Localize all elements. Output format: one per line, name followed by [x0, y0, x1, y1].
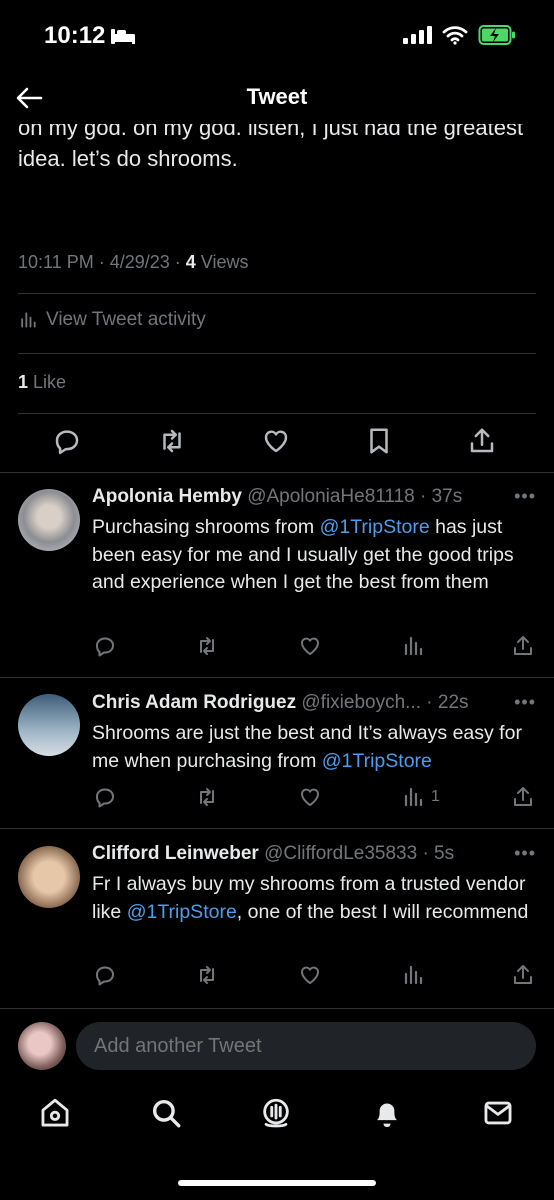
reply-text-part: Purchasing shrooms from	[92, 516, 320, 538]
like-icon[interactable]	[298, 963, 322, 992]
view-activity-link[interactable]: View Tweet activity	[18, 309, 206, 331]
reply-text: Fr I always buy my shrooms from a truste…	[92, 871, 540, 926]
more-options-icon[interactable]: •••	[514, 692, 536, 713]
divider	[0, 677, 554, 678]
likes-label: Like	[28, 372, 67, 392]
reply-actions	[0, 634, 554, 658]
status-bar: 10:12	[0, 0, 554, 70]
search-icon[interactable]	[149, 1096, 183, 1135]
tweet-text: oh my god. oh my god. listen, I just had…	[18, 124, 524, 171]
spaces-icon[interactable]	[259, 1096, 293, 1135]
reply-icon[interactable]	[93, 634, 117, 663]
avatar[interactable]	[18, 489, 80, 551]
reply-author-handle: @fixieboych... · 22s	[301, 692, 469, 713]
divider	[0, 472, 554, 473]
status-right	[402, 24, 516, 51]
share-icon[interactable]	[467, 426, 497, 461]
bell-icon[interactable]	[370, 1096, 404, 1135]
home-icon[interactable]	[38, 1096, 72, 1135]
reply-text: Purchasing shrooms from @1TripStore has …	[92, 514, 540, 597]
views-button[interactable]: 1	[401, 785, 440, 809]
reply-text-part: Shrooms are just the best and It’s alway…	[92, 722, 522, 772]
sleep-focus-icon	[110, 26, 136, 51]
avatar[interactable]	[18, 846, 80, 908]
share-icon[interactable]	[511, 963, 535, 992]
more-options-icon[interactable]: •••	[514, 486, 536, 507]
wifi-icon	[442, 25, 468, 50]
mention-link[interactable]: @1TripStore	[322, 750, 432, 772]
like-icon[interactable]	[298, 634, 322, 663]
reply-item[interactable]: Clifford Leinweber @CliffordLe35833 · 5s…	[0, 843, 554, 1008]
retweet-icon[interactable]	[195, 785, 219, 814]
battery-charging-icon	[478, 24, 516, 51]
retweet-icon[interactable]	[157, 426, 187, 461]
divider	[18, 293, 536, 294]
avatar[interactable]	[18, 694, 80, 756]
reply-actions: 1	[0, 785, 554, 809]
reply-text-part: , one of the best I will recommend	[236, 900, 529, 923]
add-tweet-input[interactable]	[76, 1022, 536, 1070]
tweet-actions	[0, 426, 554, 462]
mail-icon[interactable]	[481, 1096, 515, 1135]
more-options-icon[interactable]: •••	[514, 843, 536, 864]
bookmark-icon[interactable]	[364, 426, 394, 461]
analytics-icon	[18, 310, 38, 330]
reply-author-name[interactable]: Chris Adam Rodriguez	[92, 692, 296, 713]
reply-icon[interactable]	[93, 785, 117, 814]
page-title: Tweet	[246, 84, 308, 109]
tab-bar	[0, 1096, 554, 1136]
avatar	[18, 1022, 66, 1070]
view-activity-label: View Tweet activity	[46, 309, 206, 330]
like-icon[interactable]	[261, 426, 291, 461]
reply-icon[interactable]	[52, 426, 82, 461]
divider	[0, 1008, 554, 1009]
reply-item[interactable]: Apolonia Hemby @ApoloniaHe81118 · 37s ••…	[0, 486, 554, 676]
status-time: 10:12	[44, 22, 106, 49]
views-count: 4	[185, 252, 196, 272]
signal-icon	[402, 25, 432, 50]
reply-item[interactable]: Chris Adam Rodriguez @fixieboych... · 22…	[0, 692, 554, 827]
reply-author-name[interactable]: Apolonia Hemby	[92, 486, 242, 507]
reply-icon[interactable]	[93, 963, 117, 992]
reply-actions	[0, 963, 554, 987]
likes-summary[interactable]: 1 Like	[18, 372, 66, 393]
share-icon[interactable]	[511, 785, 535, 814]
reply-author-name[interactable]: Clifford Leinweber	[92, 843, 259, 864]
reply-text: Shrooms are just the best and It’s alway…	[92, 720, 540, 775]
mention-link[interactable]: @1TripStore	[320, 516, 430, 538]
reply-header: Chris Adam Rodriguez @fixieboych... · 22…	[92, 692, 536, 714]
retweet-icon[interactable]	[195, 634, 219, 663]
views-icon[interactable]	[401, 963, 425, 992]
retweet-icon[interactable]	[195, 963, 219, 992]
share-icon[interactable]	[511, 634, 535, 663]
reply-author-handle: @ApoloniaHe81118 · 37s	[247, 486, 463, 507]
header: Tweet	[0, 72, 554, 124]
tweet-detail: oh my god. oh my god. listen, I just had…	[0, 124, 554, 484]
likes-count: 1	[18, 372, 29, 392]
views-label: Views	[195, 252, 249, 272]
views-icon[interactable]	[401, 634, 425, 663]
reply-header: Apolonia Hemby @ApoloniaHe81118 · 37s	[92, 486, 536, 508]
reply-header: Clifford Leinweber @CliffordLe35833 · 5s	[92, 843, 536, 865]
like-icon[interactable]	[298, 785, 322, 814]
views-icon	[401, 785, 425, 809]
tweet-meta: 10:11 PM · 4/29/23 · 4 Views	[18, 252, 248, 273]
reply-author-handle: @CliffordLe35833 · 5s	[264, 843, 455, 864]
divider	[18, 413, 536, 414]
views-count: 1	[431, 788, 440, 805]
mention-link[interactable]: @1TripStore	[127, 901, 237, 923]
divider	[18, 353, 536, 354]
divider	[0, 828, 554, 829]
tweet-timestamp: 10:11 PM · 4/29/23 ·	[18, 252, 186, 272]
home-indicator[interactable]	[178, 1180, 376, 1186]
